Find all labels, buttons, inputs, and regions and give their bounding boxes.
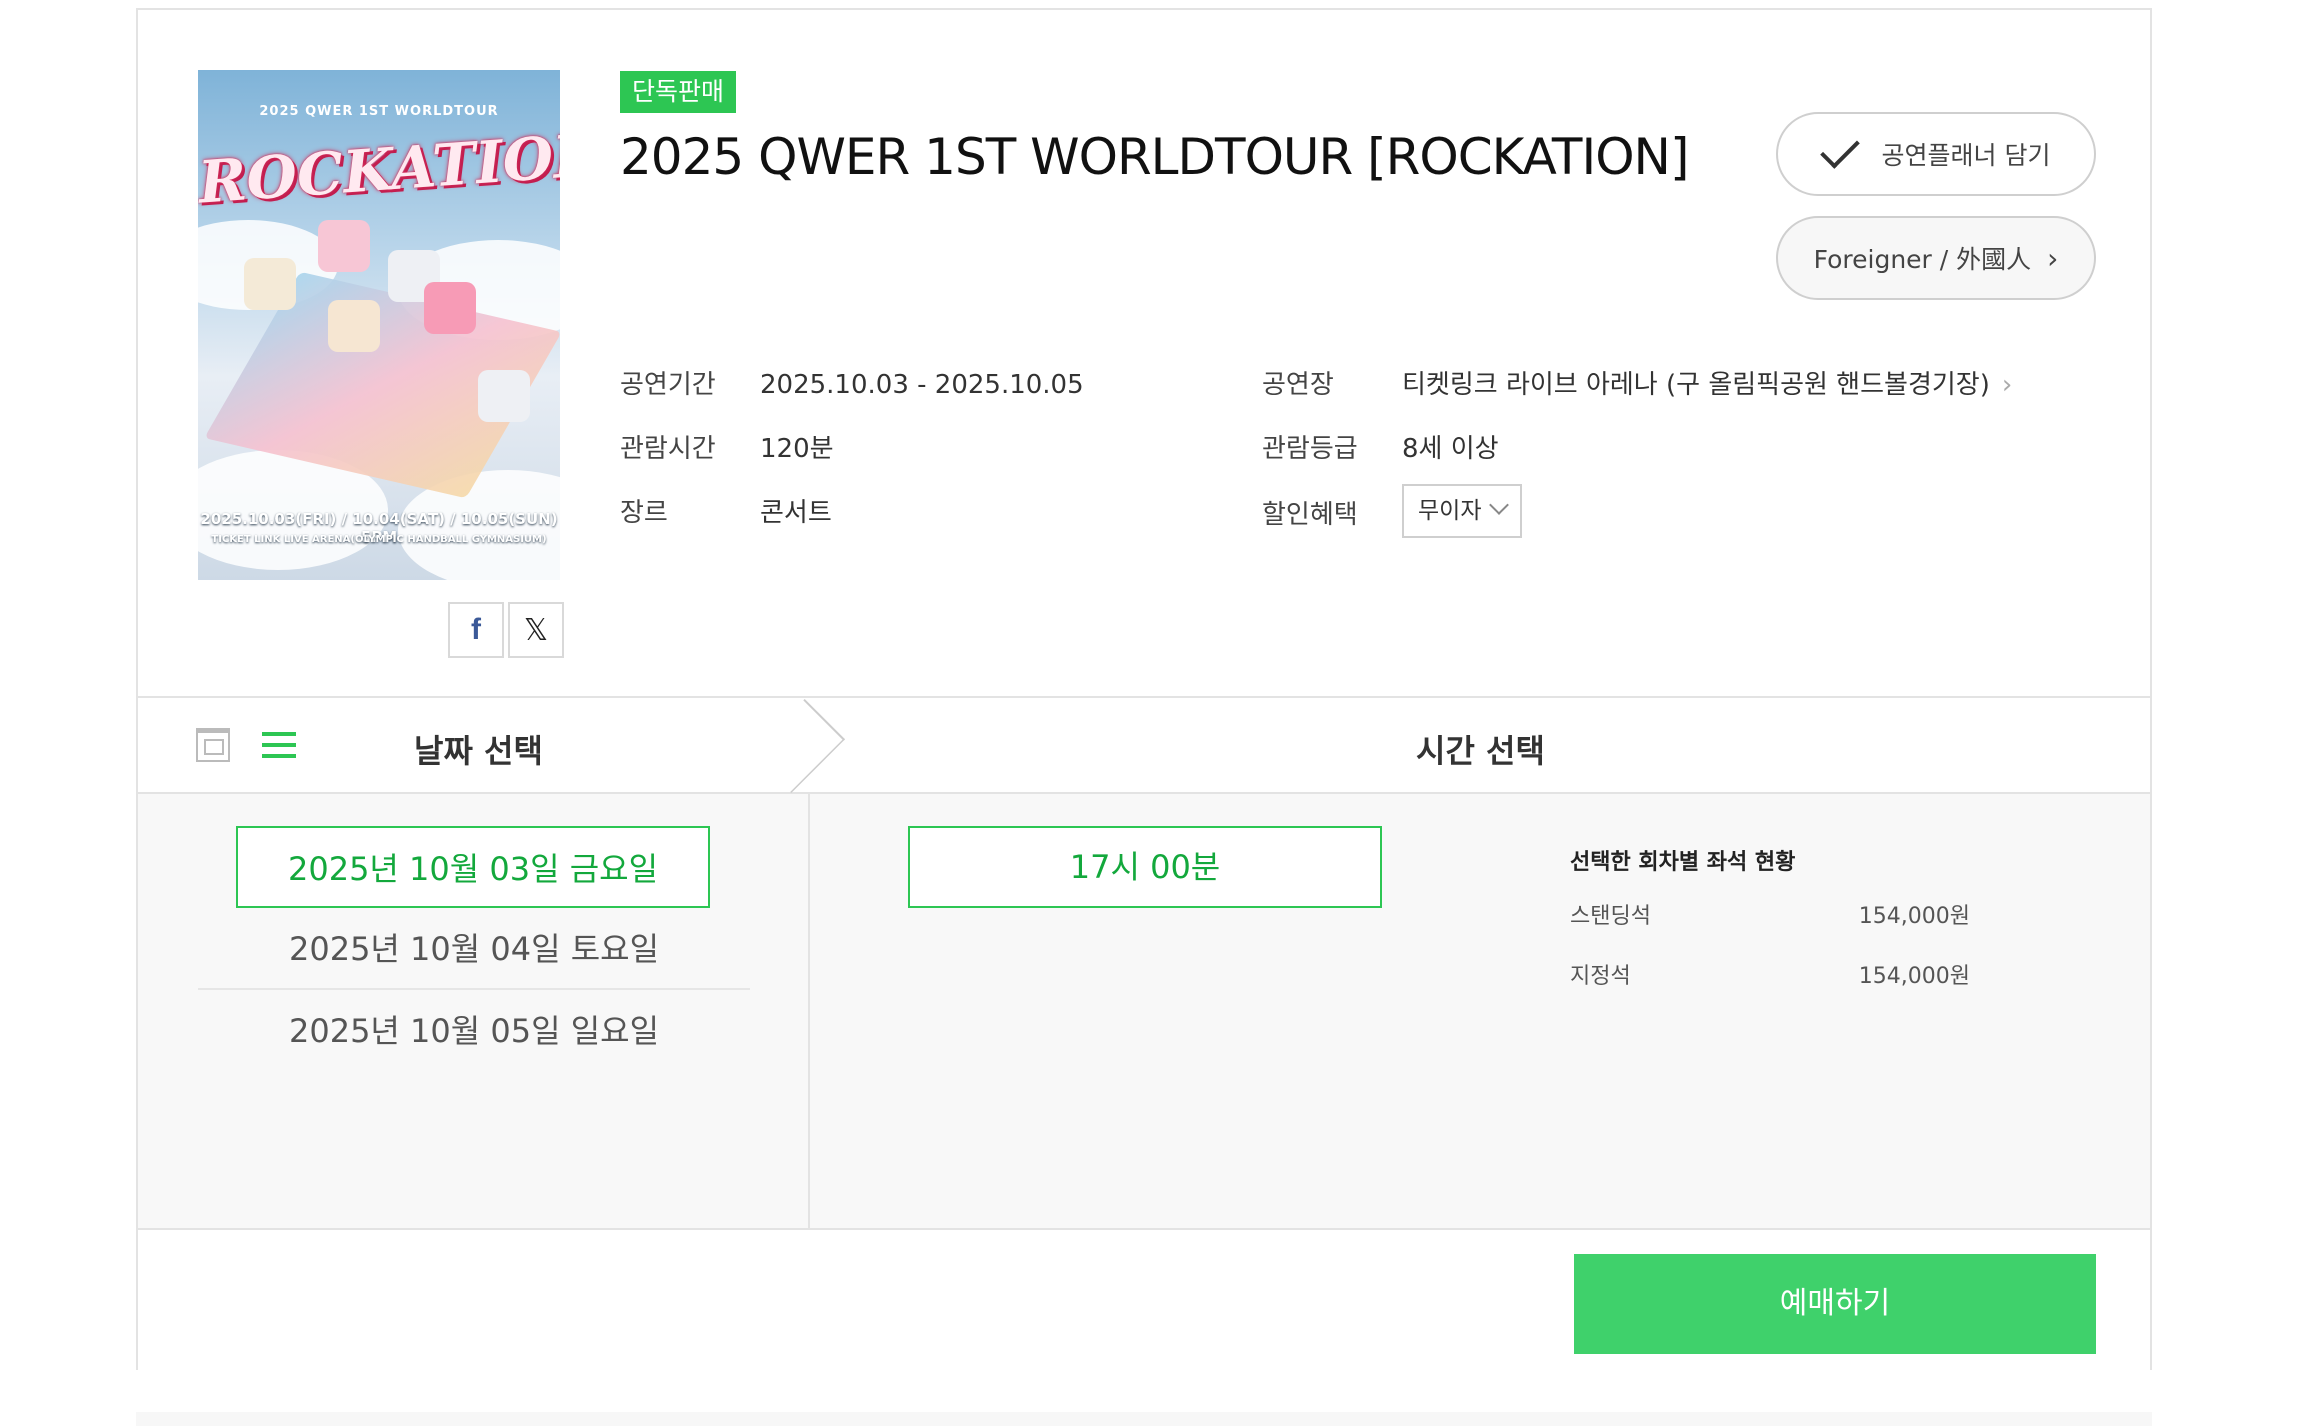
info-discount: 할인혜택 무이자	[1262, 484, 1522, 538]
discount-label: 할인혜택	[1262, 499, 1358, 530]
selection-header: 날짜 선택 시간 선택	[138, 696, 2150, 794]
runtime-label: 관람시간	[620, 434, 716, 464]
chevron-right-icon: ›	[2047, 241, 2059, 275]
seat-row: 스탠딩석 154,000원	[1570, 898, 1970, 930]
info-rating: 관람등급 8세 이상	[1262, 428, 1499, 465]
check-icon	[1819, 129, 1860, 169]
info-runtime: 관람시간 120분	[620, 428, 834, 465]
facebook-share-button[interactable]: f	[448, 602, 504, 658]
genre-value: 콘서트	[760, 498, 832, 528]
rating-value: 8세 이상	[1402, 434, 1499, 464]
seat-name: 스탠딩석	[1570, 904, 1651, 929]
facebook-icon: f	[471, 613, 481, 646]
seat-price: 154,000원	[1858, 964, 1970, 989]
column-divider	[808, 794, 810, 1228]
page-bottom-strip	[136, 1412, 2152, 1426]
time-option[interactable]: 17시 00분	[908, 826, 1382, 908]
venue-value[interactable]: 티켓링크 라이브 아레나 (구 올림픽공원 핸드볼경기장)	[1402, 370, 1990, 400]
seat-row: 지정석 154,000원	[1570, 958, 1970, 990]
x-icon: 𝕏	[523, 612, 549, 648]
date-option[interactable]: 2025년 10월 04일 토요일	[198, 908, 750, 990]
seat-price: 154,000원	[1858, 904, 1970, 929]
seat-name: 지정석	[1570, 964, 1631, 989]
x-share-button[interactable]: 𝕏	[508, 602, 564, 658]
product-card: 2025 QWER 1ST WORLDTOUR ROCKATION 2025.1…	[136, 8, 2152, 1370]
runtime-value: 120분	[760, 434, 834, 464]
planner-label: 공연플래너 담기	[1881, 141, 2051, 170]
info-genre: 장르 콘서트	[620, 492, 832, 529]
page-title: 2025 QWER 1ST WORLDTOUR [ROCKATION]	[620, 128, 1689, 186]
chevron-down-icon	[1489, 495, 1509, 515]
discount-selected: 무이자	[1418, 498, 1482, 524]
calendar-icon[interactable]	[196, 728, 230, 762]
discount-select[interactable]: 무이자	[1402, 484, 1522, 538]
poster-top-line: 2025 QWER 1ST WORLDTOUR	[259, 104, 499, 119]
seat-status-title: 선택한 회차별 좌석 현황	[1570, 850, 1796, 875]
info-venue[interactable]: 공연장 티켓링크 라이브 아레나 (구 올림픽공원 핸드볼경기장) ›	[1262, 364, 2012, 401]
info-period: 공연기간 2025.10.03 - 2025.10.05	[620, 364, 1084, 401]
poster-venue-line: TICKET LINK LIVE ARENA(OLYMPIC HANDBALL …	[211, 534, 547, 545]
period-label: 공연기간	[620, 370, 716, 400]
date-option[interactable]: 2025년 10월 03일 금요일	[236, 826, 710, 908]
exclusive-badge: 단독판매	[620, 71, 737, 113]
date-option[interactable]: 2025년 10월 05일 일요일	[198, 990, 750, 1072]
foreigner-label: Foreigner / 外國人	[1813, 245, 2032, 274]
selection-body: 2025년 10월 03일 금요일 2025년 10월 04일 토요일 2025…	[138, 794, 2150, 1228]
period-value: 2025.10.03 - 2025.10.05	[760, 370, 1084, 400]
rating-label: 관람등급	[1262, 434, 1358, 464]
poster-image: 2025 QWER 1ST WORLDTOUR ROCKATION 2025.1…	[198, 70, 560, 580]
step-divider-arrow	[750, 698, 846, 794]
chevron-right-icon[interactable]: ›	[2002, 370, 2012, 400]
genre-label: 장르	[620, 498, 668, 528]
list-icon[interactable]	[262, 732, 296, 758]
time-select-heading: 시간 선택	[1416, 732, 1545, 770]
add-to-planner-button[interactable]: 공연플래너 담기	[1776, 112, 2096, 196]
foreigner-button[interactable]: Foreigner / 外國人 ›	[1776, 216, 2096, 300]
date-select-heading: 날짜 선택	[414, 732, 543, 770]
selection-footer: 예매하기	[138, 1228, 2150, 1370]
poster-logo: ROCKATION	[198, 120, 560, 217]
book-button[interactable]: 예매하기	[1574, 1254, 2096, 1354]
venue-label: 공연장	[1262, 370, 1334, 400]
